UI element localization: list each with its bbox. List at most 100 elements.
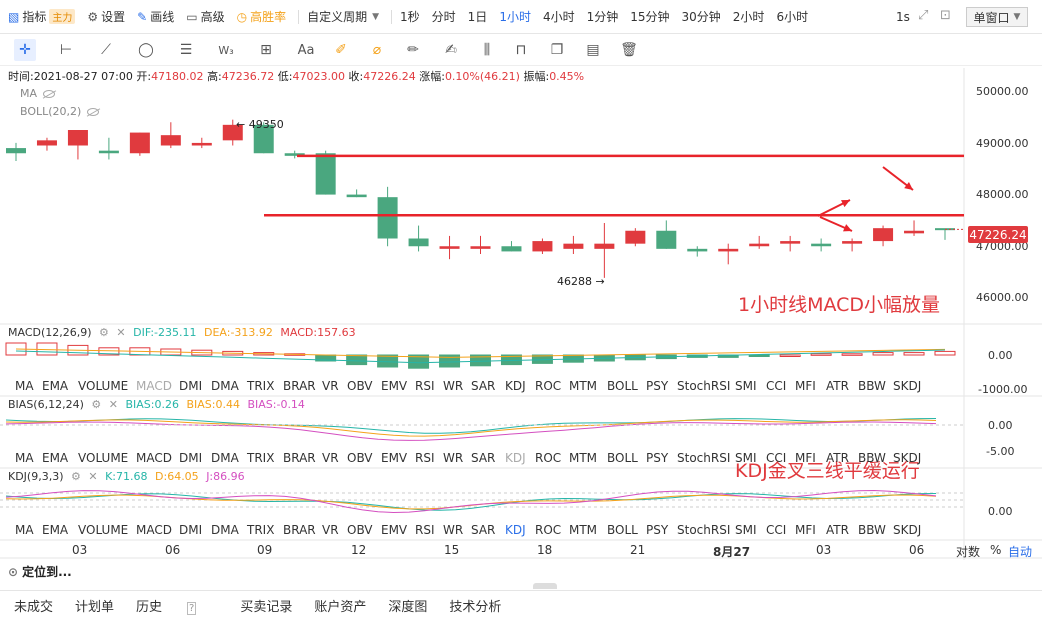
indicator-tab-stochrsi[interactable]: StochRSI [677,451,730,465]
indicator-tab-wr[interactable]: WR [443,451,463,465]
indicator-tab-psy[interactable]: PSY [646,523,668,537]
indicator-tab-dmi[interactable]: DMI [179,451,202,465]
horizontal-line-icon[interactable]: ⊢ [55,39,77,61]
indicator-tab-obv[interactable]: OBV [347,451,373,465]
eraser-icon[interactable]: ⌀ [366,39,388,61]
tab-open-orders[interactable]: 未成交 [14,596,53,619]
indicator-tab-rsi[interactable]: RSI [415,451,435,465]
indicator-tab-psy[interactable]: PSY [646,379,668,393]
text-icon[interactable]: Aa [295,39,317,61]
indicator-tab-bbw[interactable]: BBW [858,451,886,465]
period-4h[interactable]: 4小时 [543,8,575,25]
indicator-tab-mtm[interactable]: MTM [569,523,597,537]
tab-technical-analysis[interactable]: 技术分析 [449,596,501,615]
winrate-button[interactable]: ◷ 高胜率 [237,8,287,25]
period-1s[interactable]: 1秒 [400,8,420,25]
tab-account-assets[interactable]: 账户资产 [314,596,366,615]
percent-toggle[interactable]: % [990,543,1001,557]
settings-icon[interactable]: ⚙ [71,470,81,483]
indicator-tab-mtm[interactable]: MTM [569,379,597,393]
period-6h[interactable]: 6小时 [776,8,808,25]
indicator-tab-obv[interactable]: OBV [347,379,373,393]
indicator-tab-obv[interactable]: OBV [347,523,373,537]
indicator-tab-emv[interactable]: EMV [381,379,407,393]
indicator-tab-kdj[interactable]: KDJ [505,379,526,393]
indicator-tab-roc[interactable]: ROC [535,523,561,537]
indicator-tab-smi[interactable]: SMI [735,451,757,465]
indicator-tab-ema[interactable]: EMA [42,523,68,537]
indicator-tab-brar[interactable]: BRAR [283,523,316,537]
indicator-tab-atr[interactable]: ATR [826,379,849,393]
indicator-tab-sar[interactable]: SAR [471,379,495,393]
indicator-tab-emv[interactable]: EMV [381,523,407,537]
close-icon[interactable]: ✕ [109,398,118,411]
period-timeline[interactable]: 分时 [432,8,456,25]
period-1m[interactable]: 1分钟 [587,8,619,25]
rectangle-icon[interactable]: ⊞ [255,39,277,61]
indicator-tab-mfi[interactable]: MFI [795,451,816,465]
tab-trade-records[interactable]: 买卖记录 [240,596,292,615]
tab-history[interactable]: 历史? [136,596,218,615]
indicator-tab-cci[interactable]: CCI [766,451,786,465]
tab-plan-orders[interactable]: 计划单 [75,596,114,615]
indicator-tab-macd[interactable]: MACD [136,379,172,393]
indicator-tab-atr[interactable]: ATR [826,451,849,465]
eye-hidden-icon[interactable] [43,89,56,98]
indicator-button[interactable]: ▧ 指标 主力 [8,8,76,25]
comment-icon[interactable]: ▤ [582,39,604,61]
indicator-tab-ma[interactable]: MA [15,523,34,537]
indicator-tab-brar[interactable]: BRAR [283,451,316,465]
copy-icon[interactable]: ❐ [546,39,568,61]
indicator-tab-bbw[interactable]: BBW [858,523,886,537]
resize-handle[interactable] [533,583,557,589]
custom-period-dropdown[interactable]: 自定义周期 ▼ [307,8,379,25]
indicator-tab-stochrsi[interactable]: StochRSI [677,379,730,393]
indicator-tab-boll[interactable]: BOLL [607,379,638,393]
indicator-tab-skdj[interactable]: SKDJ [893,379,921,393]
help-icon[interactable]: ? [187,601,197,615]
indicator-tab-trix[interactable]: TRIX [247,451,274,465]
indicator-tab-dma[interactable]: DMA [211,523,239,537]
indicator-tab-mfi[interactable]: MFI [795,379,816,393]
boll-overlay-label[interactable]: BOLL(20,2) [20,105,100,118]
indicator-tab-smi[interactable]: SMI [735,523,757,537]
lock-icon[interactable]: ⊓ [510,39,532,61]
period-15m[interactable]: 15分钟 [630,8,669,25]
indicator-tab-emv[interactable]: EMV [381,451,407,465]
indicator-tab-volume[interactable]: VOLUME [78,523,128,537]
indicator-tab-stochrsi[interactable]: StochRSI [677,523,730,537]
brush-icon[interactable]: ✐ [330,39,352,61]
delete-icon[interactable]: 🗑 [618,39,640,61]
indicator-tab-kdj[interactable]: KDJ [505,523,526,537]
indicator-tab-brar[interactable]: BRAR [283,379,316,393]
period-2h[interactable]: 2小时 [733,8,765,25]
indicator-tab-skdj[interactable]: SKDJ [893,523,921,537]
candles-icon[interactable]: ⫼ [476,39,498,61]
settings-icon[interactable]: ⚙ [91,398,101,411]
indicator-tab-ema[interactable]: EMA [42,379,68,393]
indicator-tab-trix[interactable]: TRIX [247,379,274,393]
settings-button[interactable]: ⚙ 设置 [87,8,125,25]
indicator-tab-wr[interactable]: WR [443,379,463,393]
close-icon[interactable]: ✕ [88,470,97,483]
screenshot-icon[interactable]: ⊡ [940,8,951,23]
tab-depth-chart[interactable]: 深度图 [388,596,427,615]
indicator-tab-bbw[interactable]: BBW [858,379,886,393]
interval-label[interactable]: 1s [896,10,910,24]
indicator-tab-cci[interactable]: CCI [766,379,786,393]
indicator-tab-roc[interactable]: ROC [535,379,561,393]
indicator-tab-vr[interactable]: VR [322,523,339,537]
indicator-tab-rsi[interactable]: RSI [415,523,435,537]
indicator-tab-volume[interactable]: VOLUME [78,379,128,393]
cross-cursor-icon[interactable]: ✛ [14,39,36,61]
eye-hidden-icon[interactable] [87,107,100,116]
indicator-tab-psy[interactable]: PSY [646,451,668,465]
indicator-tab-cci[interactable]: CCI [766,523,786,537]
indicator-tab-dmi[interactable]: DMI [179,523,202,537]
indicator-tab-ma[interactable]: MA [15,451,34,465]
indicator-tab-mtm[interactable]: MTM [569,451,597,465]
indicator-tab-mfi[interactable]: MFI [795,523,816,537]
period-1h[interactable]: 1小时 [499,8,531,25]
draw-button[interactable]: ✎ 画线 [137,8,174,25]
indicator-tab-boll[interactable]: BOLL [607,523,638,537]
